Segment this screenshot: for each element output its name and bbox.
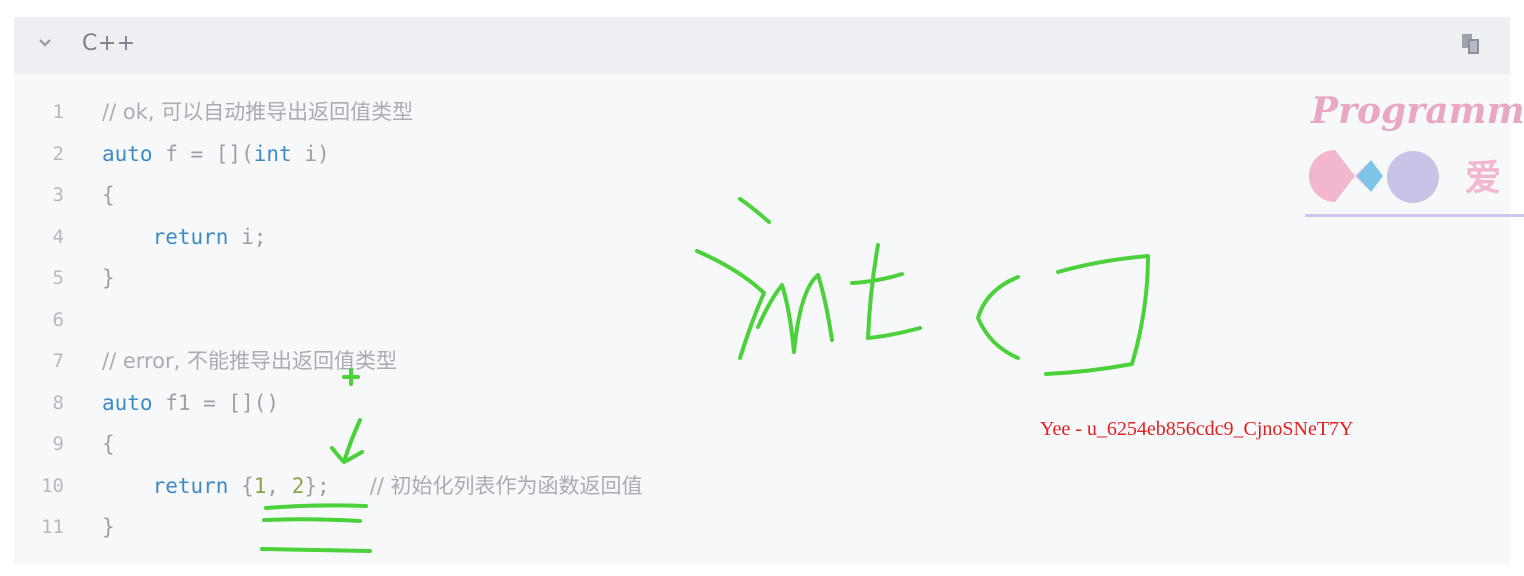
code-token: // 初始化列表作为函数返回值 <box>329 473 643 498</box>
code-line: 3{ <box>14 175 1314 215</box>
code-block: C++ 1 // ok, 可以自动推导出返回值类型 2 auto f = [](int… <box>14 17 1510 565</box>
code-token: { <box>102 183 115 207</box>
code-line: 5} <box>14 258 1314 298</box>
code-token: } <box>102 266 115 290</box>
code-token: { <box>228 473 254 498</box>
code-token: , <box>266 473 292 498</box>
code-token: 1 <box>253 473 267 498</box>
line-code: } <box>102 258 115 298</box>
code-line: 1 // ok, 可以自动推导出返回值类型 <box>14 92 1314 132</box>
line-number: 6 <box>52 308 64 331</box>
line-number: 1 <box>52 101 64 123</box>
logo-char: 爱 <box>1465 158 1501 199</box>
line-code: auto f1 = []() <box>102 383 279 423</box>
line-code: { <box>102 424 115 464</box>
code-token: f = []( <box>152 141 254 166</box>
code-line: 7 // error, 不能推导出返回值类型 <box>14 341 1314 381</box>
chevron-down-icon[interactable] <box>38 35 52 49</box>
code-token: return <box>152 224 229 249</box>
line-number: 4 <box>52 225 64 248</box>
line-code: auto f = [](int i) <box>102 134 330 174</box>
line-number: 8 <box>52 391 64 414</box>
logo-text: Programme <box>1311 90 1524 132</box>
line-code: { <box>102 175 115 215</box>
code-line: 2 auto f = [](int i) <box>14 134 1314 174</box>
line-number: 11 <box>41 516 64 538</box>
watermark-logo: Programme 爱 <box>1305 90 1524 220</box>
watermark-text: Yee - u_6254eb856cdc9_CjnoSNeT7Y <box>1040 418 1354 440</box>
code-token: int <box>253 141 292 166</box>
code-token: // ok, 可以自动推导出返回值类型 <box>102 100 414 124</box>
code-line: 10 return {1, 2}; // 初始化列表作为函数返回值 <box>14 466 1314 506</box>
code-token: return <box>152 473 229 498</box>
logo-shapes: 爱 <box>1305 150 1524 217</box>
code-token: i) <box>291 141 330 166</box>
code-token: } <box>102 515 115 539</box>
code-token: f1 = []() <box>152 390 280 415</box>
code-line: 6 <box>14 300 1314 340</box>
line-code: return i; <box>102 217 267 257</box>
code-line: 4 return i; <box>14 217 1314 257</box>
code-header: C++ <box>14 17 1510 74</box>
code-token: }; <box>304 473 330 498</box>
code-body: 1// ok, 可以自动推导出返回值类型 2 auto f = [](int i) 3… <box>14 74 1510 565</box>
line-number: 9 <box>52 433 64 455</box>
code-token: i; <box>228 224 267 249</box>
line-code: } <box>102 507 115 547</box>
line-number: 2 <box>52 142 64 165</box>
line-number: 5 <box>52 267 64 289</box>
copy-icon[interactable] <box>1460 32 1482 58</box>
code-token: 2 <box>291 473 305 498</box>
line-code: return {1, 2}; // 初始化列表作为函数返回值 <box>102 466 643 506</box>
code-token: auto <box>102 141 153 166</box>
line-number: 3 <box>52 184 64 206</box>
code-line: 8 auto f1 = []() <box>14 383 1314 423</box>
code-token: auto <box>102 390 153 415</box>
line-code: // error, 不能推导出返回值类型 <box>102 341 397 381</box>
code-token: { <box>102 432 115 456</box>
language-label: C++ <box>82 31 136 56</box>
line-code: // ok, 可以自动推导出返回值类型 <box>102 92 413 132</box>
line-number: 10 <box>41 474 64 497</box>
line-number: 7 <box>52 350 64 372</box>
code-token: // error, 不能推导出返回值类型 <box>102 349 398 373</box>
code-line: 11} <box>14 507 1314 547</box>
